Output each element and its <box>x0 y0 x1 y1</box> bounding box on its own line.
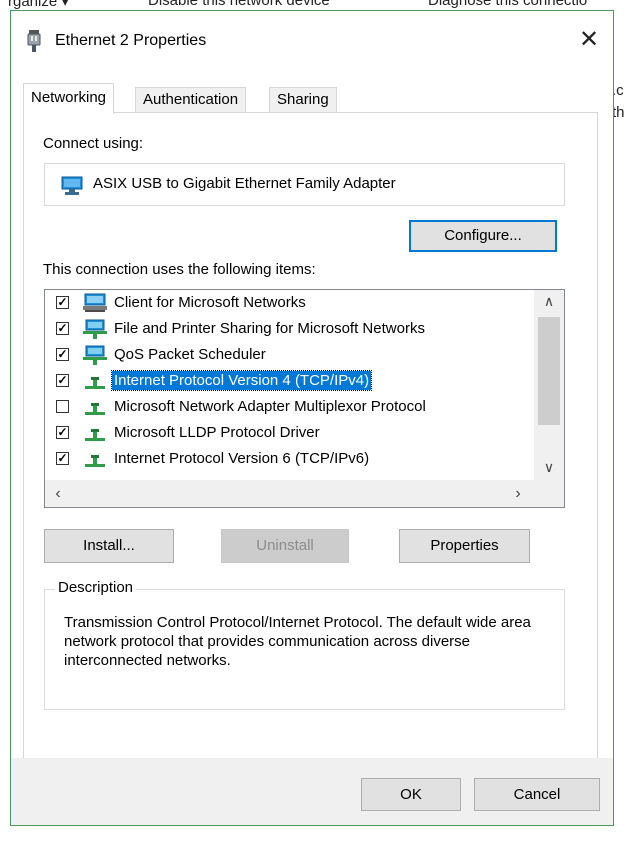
checkbox[interactable]: ✓ <box>56 322 69 335</box>
background-diagnose-connection[interactable]: Diagnose this connectio <box>428 0 587 9</box>
client-network-icon <box>83 293 107 312</box>
checkbox[interactable]: ✓ <box>56 296 69 309</box>
checkbox[interactable]: ✓ <box>56 452 69 465</box>
list-item-lldp[interactable]: ✓ Microsoft LLDP Protocol Driver <box>45 420 535 446</box>
list-item-qos-scheduler[interactable]: ✓ QoS Packet Scheduler <box>45 342 535 368</box>
list-item-file-printer-sharing[interactable]: ✓ File and Printer Sharing for Microsoft… <box>45 316 535 342</box>
close-button[interactable]: ✕ <box>577 27 601 53</box>
items-label: This connection uses the following items… <box>43 261 316 278</box>
scroll-right-arrow-icon[interactable]: › <box>505 480 531 507</box>
checkbox[interactable]: ✓ <box>56 374 69 387</box>
checkbox[interactable]: ✓ <box>56 348 69 361</box>
install-button[interactable]: Install... <box>44 529 174 563</box>
network-adapter-icon <box>61 176 83 195</box>
scroll-down-arrow-icon[interactable]: ∨ <box>534 456 564 478</box>
tab-sharing[interactable]: Sharing <box>269 87 337 112</box>
network-cable-icon <box>27 30 41 52</box>
item-label: Microsoft LLDP Protocol Driver <box>114 424 320 441</box>
tab-networking[interactable]: Networking <box>23 83 115 114</box>
scrollbar-corner <box>534 480 564 507</box>
list-item-ipv6[interactable]: ✓ Internet Protocol Version 6 (TCP/IPv6) <box>45 446 535 472</box>
protocol-icon <box>85 377 105 389</box>
properties-button[interactable]: Properties <box>399 529 530 563</box>
background-organize-menu[interactable]: rganize ▾ <box>8 0 69 10</box>
item-label: Internet Protocol Version 6 (TCP/IPv6) <box>114 450 370 467</box>
vertical-scrollbar[interactable]: ∧ ∨ <box>534 290 564 480</box>
cancel-button[interactable]: Cancel <box>474 778 600 811</box>
vertical-scroll-thumb[interactable] <box>538 317 560 425</box>
description-title: Description <box>55 579 137 596</box>
protocol-icon <box>85 429 105 441</box>
tab-authentication[interactable]: Authentication <box>135 87 247 112</box>
item-label: Microsoft Network Adapter Multiplexor Pr… <box>114 398 426 415</box>
configure-button[interactable]: Configure... <box>409 220 557 252</box>
checkbox[interactable] <box>56 400 69 413</box>
adapter-name: ASIX USB to Gigabit Ethernet Family Adap… <box>93 175 396 192</box>
protocol-icon <box>85 403 105 415</box>
scroll-left-arrow-icon[interactable]: ‹ <box>45 480 71 507</box>
tab-strip: Networking Authentication Sharing <box>23 83 583 114</box>
description-group: Description Transmission Control Protoco… <box>44 579 565 710</box>
service-network-icon <box>83 345 107 365</box>
uninstall-button[interactable]: Uninstall <box>221 529 349 563</box>
dialog-title: Ethernet 2 Properties <box>55 32 207 49</box>
title-bar[interactable]: Ethernet 2 Properties ✕ <box>11 11 613 71</box>
dialog-footer: OK Cancel <box>11 758 613 825</box>
item-label: Client for Microsoft Networks <box>114 294 306 311</box>
item-label: File and Printer Sharing for Microsoft N… <box>114 320 425 337</box>
ok-button[interactable]: OK <box>361 778 461 811</box>
description-text: Transmission Control Protocol/Internet P… <box>64 614 531 669</box>
background-disable-device[interactable]: Disable this network device <box>148 0 330 9</box>
properties-dialog: Ethernet 2 Properties ✕ Networking Authe… <box>10 10 614 826</box>
connect-using-label: Connect using: <box>43 135 144 152</box>
checkbox[interactable]: ✓ <box>56 426 69 439</box>
horizontal-scrollbar[interactable]: ‹ › <box>45 480 534 507</box>
adapter-field: ASIX USB to Gigabit Ethernet Family Adap… <box>44 163 565 206</box>
scroll-up-arrow-icon[interactable]: ∧ <box>534 290 564 312</box>
list-item-multiplexor[interactable]: Microsoft Network Adapter Multiplexor Pr… <box>45 394 535 420</box>
protocol-icon <box>85 455 105 467</box>
list-item-ipv4[interactable]: ✓ Internet Protocol Version 4 (TCP/IPv4) <box>45 368 535 394</box>
items-list[interactable]: ✓ Client for Microsoft Networks ✓ File a… <box>44 289 565 508</box>
item-label: Internet Protocol Version 4 (TCP/IPv4) <box>110 370 373 391</box>
service-network-icon <box>83 319 107 339</box>
close-icon: ✕ <box>578 26 600 53</box>
list-item-client-networks[interactable]: ✓ Client for Microsoft Networks <box>45 290 535 316</box>
item-label: QoS Packet Scheduler <box>114 346 266 363</box>
